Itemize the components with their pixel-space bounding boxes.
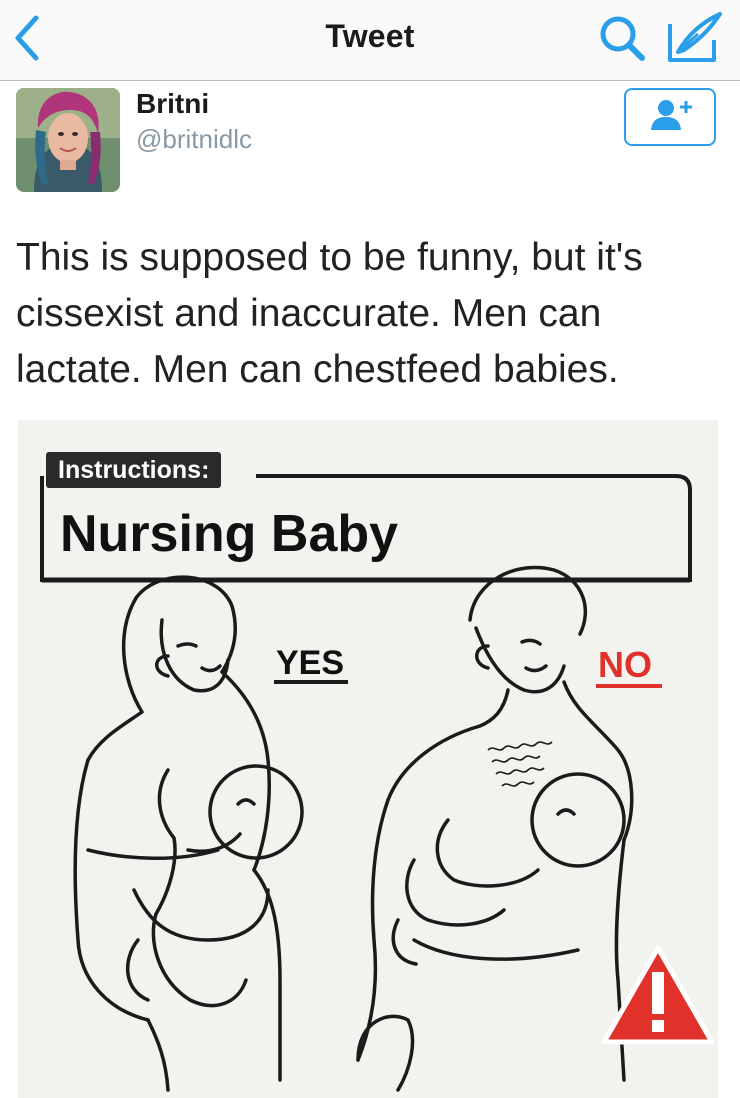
instructions-tag: Instructions: [46, 452, 222, 488]
avatar[interactable] [16, 88, 120, 192]
yes-label: YES [276, 644, 345, 682]
nav-bar: Tweet [0, 0, 740, 81]
follow-button[interactable] [624, 88, 716, 146]
compose-button[interactable] [664, 10, 724, 66]
image-heading: Nursing Baby [60, 505, 399, 563]
avatar-photo [16, 88, 120, 192]
tweet-image[interactable]: Instructions: Nursing Baby YES NO [18, 420, 718, 1098]
tweet-text: This is supposed to be funny, but it's c… [16, 236, 643, 391]
author-name[interactable]: Britni [136, 88, 209, 120]
follow-user-icon [651, 100, 692, 130]
no-label: NO [598, 644, 652, 685]
author-handle[interactable]: @britnidlc [136, 124, 252, 155]
compose-icon [668, 12, 722, 62]
search-button[interactable] [596, 12, 648, 64]
search-icon [600, 16, 645, 61]
